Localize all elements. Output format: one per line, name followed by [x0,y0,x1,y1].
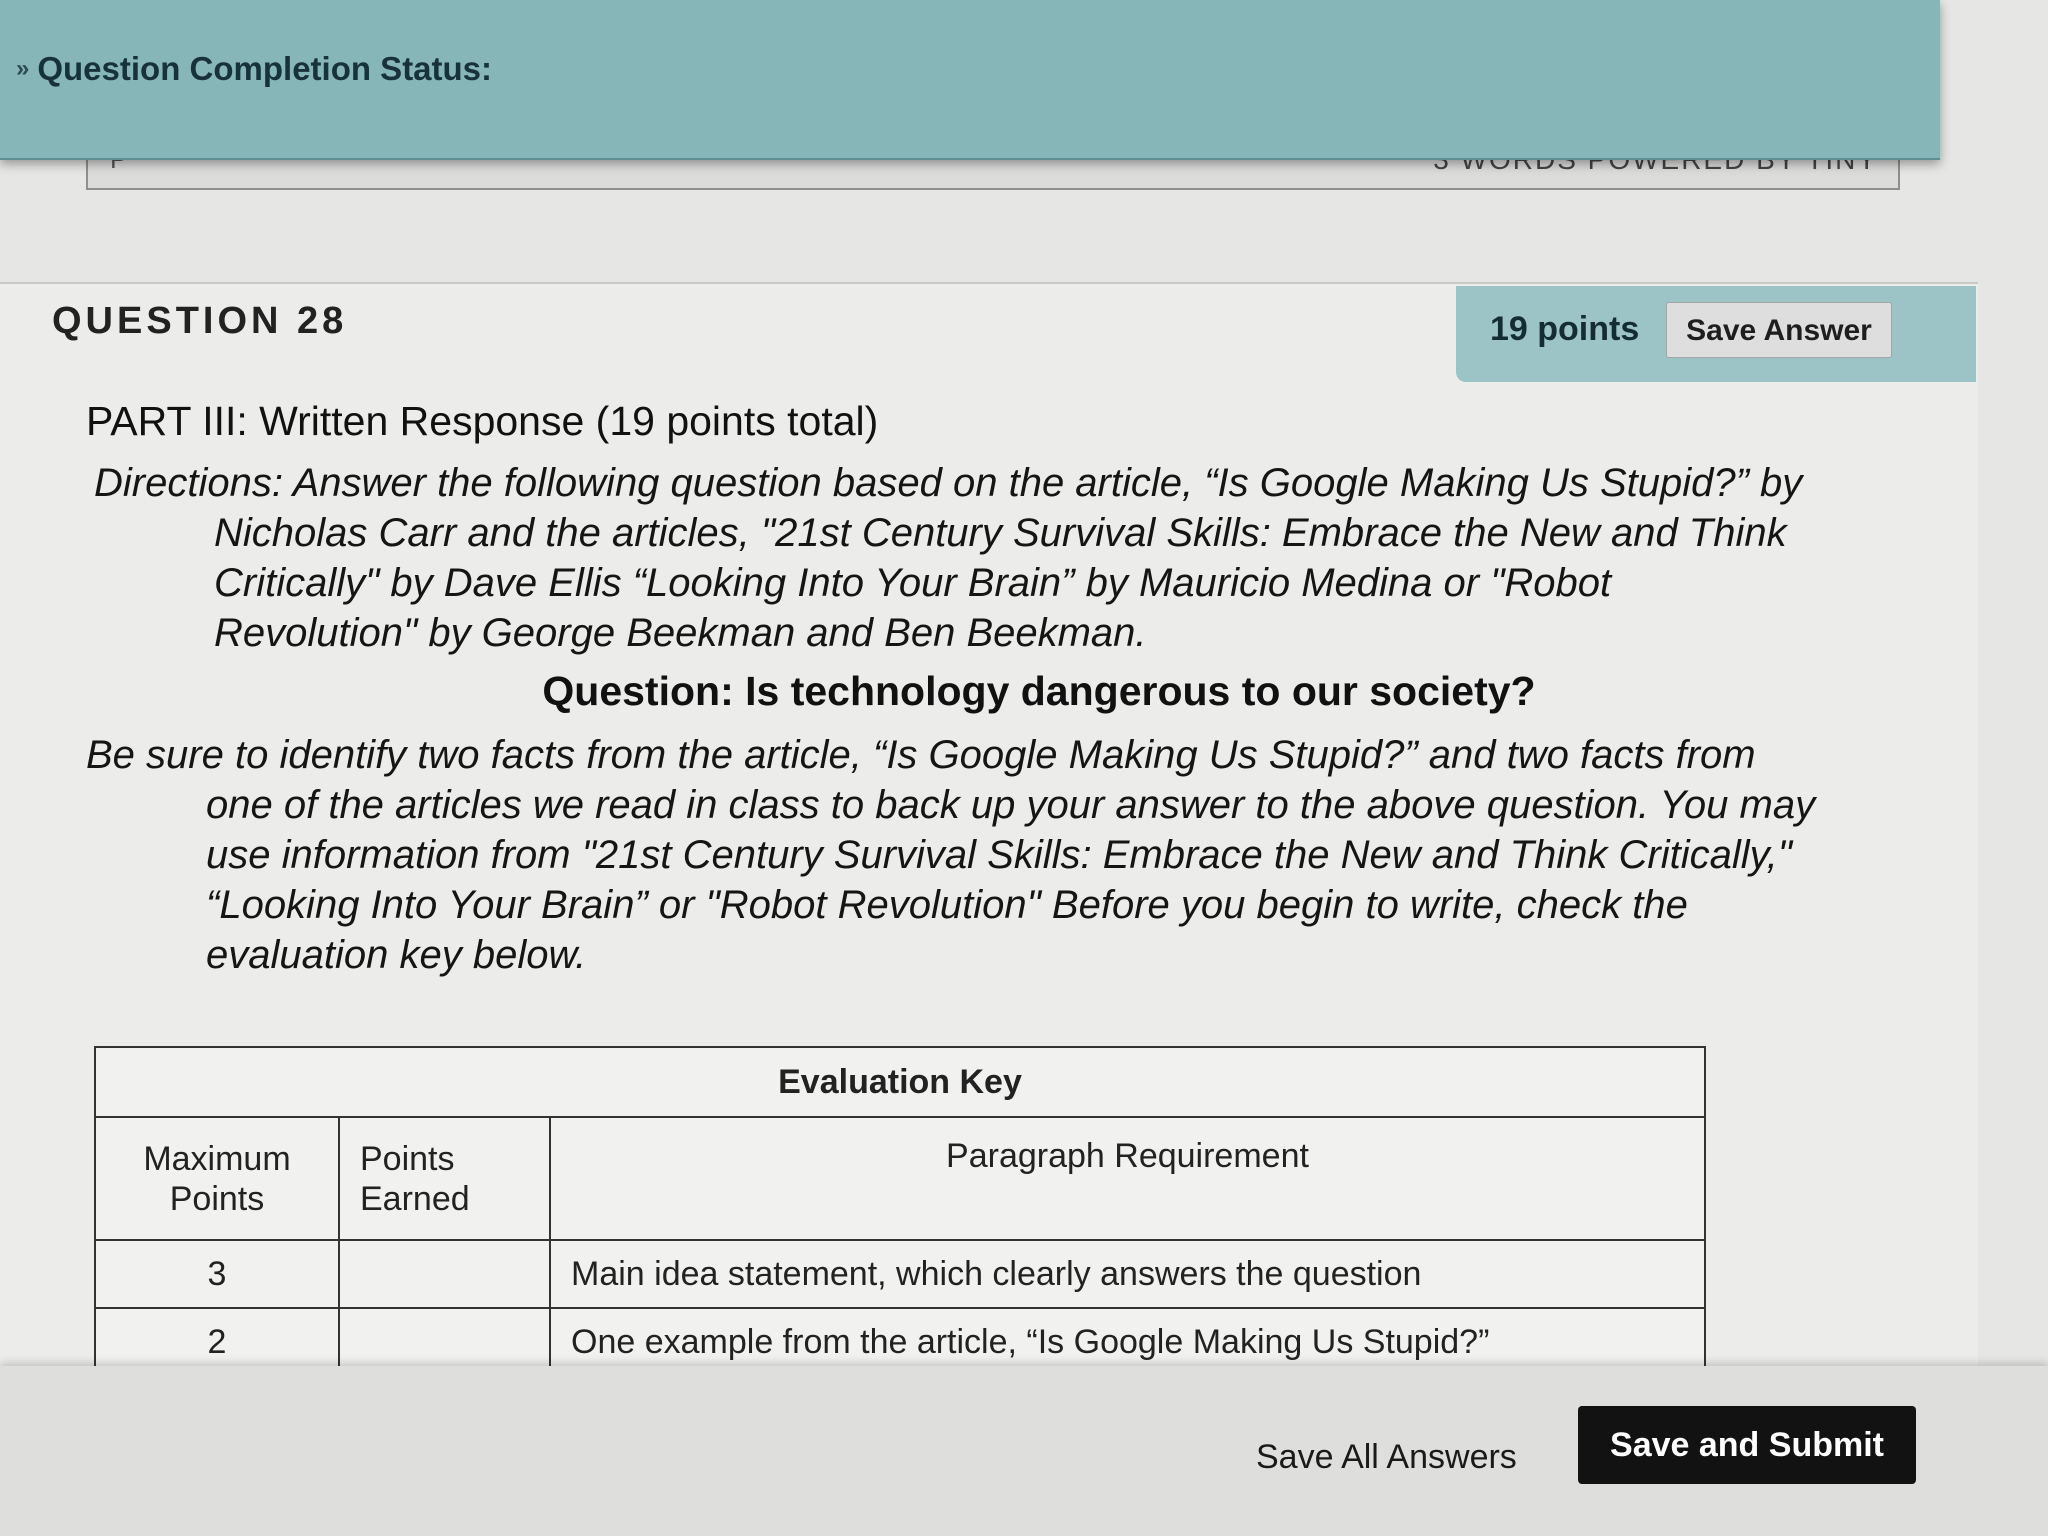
directions-line: Critically" by Dave Ellis “Looking Into … [214,561,1612,605]
directions-line: Nicholas Carr and the articles, "21st Ce… [214,511,1787,555]
status-title: Question Completion Status: [37,50,493,87]
directions-line: Directions: Answer the following questio… [94,461,1803,505]
header-text: Maximum [143,1139,291,1178]
table-header-row: Maximum Points Points Earned Paragraph R… [94,1116,1706,1241]
save-and-submit-button[interactable]: Save and Submit [1578,1406,1916,1484]
chevron-down-icon: » [16,55,30,82]
question-completion-status-bar[interactable]: » Question Completion Status: [0,0,1940,160]
instructions-line: evaluation key below. [206,933,587,977]
directions-line: Revolution" by George Beekman and Ben Be… [214,611,1147,655]
instructions-line: one of the articles we read in class to … [206,783,1816,827]
points-earned-cell [338,1239,551,1309]
max-points-cell: 3 [94,1239,340,1309]
table-title-row: Evaluation Key [94,1046,1706,1118]
status-toggle[interactable]: » Question Completion Status: [16,50,492,88]
points-panel: 19 points Save Answer [1456,286,1976,382]
header-text: Earned [360,1179,470,1218]
submission-action-bar: Save All Answers Save and Submit [0,1366,2048,1536]
points-value: 19 points [1490,310,1640,348]
points-earned-header: Points Earned [338,1116,551,1241]
header-text: Points [360,1139,455,1178]
instructions-text: Be sure to identify two facts from the a… [86,730,1926,980]
question-prompt: Question: Is technology dangerous to our… [542,668,1536,714]
table-row: 3 Main idea statement, which clearly ans… [94,1239,1706,1309]
requirement-header: Paragraph Requirement [549,1116,1706,1241]
question-number: QUESTION 28 [52,300,348,342]
max-points-header: Maximum Points [94,1116,340,1241]
evaluation-key-table: Evaluation Key Maximum Points Points Ear… [94,1046,1706,1377]
save-all-answers-button[interactable]: Save All Answers [1256,1438,1517,1477]
header-text: Points [169,1179,265,1218]
save-answer-button[interactable]: Save Answer [1666,302,1892,358]
instructions-line: Be sure to identify two facts from the a… [86,733,1756,777]
part-title: PART III: Written Response (19 points to… [86,398,879,444]
requirement-cell: Main idea statement, which clearly answe… [549,1239,1706,1309]
instructions-line: use information from "21st Century Survi… [206,833,1792,877]
instructions-line: “Looking Into Your Brain” or "Robot Revo… [206,883,1688,927]
evaluation-key-title: Evaluation Key [94,1046,1706,1118]
directions-text: Directions: Answer the following questio… [94,458,1924,658]
